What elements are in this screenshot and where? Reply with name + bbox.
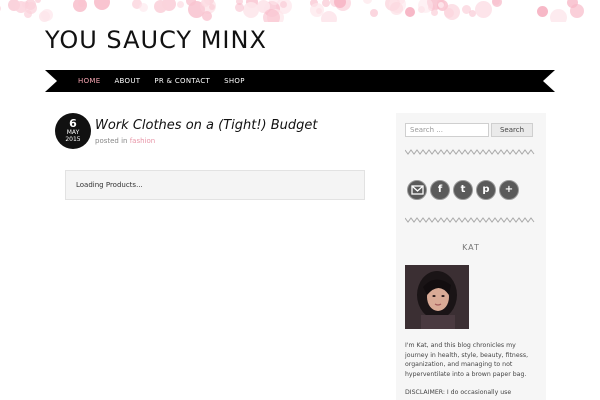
author-photo: [405, 265, 469, 329]
post-date-year: 2015: [65, 136, 81, 143]
disclaimer: DISCLAIMER: I do occasionally use: [405, 389, 512, 396]
pinterest-icon[interactable]: p: [476, 180, 496, 200]
polka-dot: [154, 0, 167, 13]
polka-dot: [177, 1, 184, 8]
polka-dot: [35, 0, 41, 3]
post-title[interactable]: Work Clothes on a (Tight!) Budget: [95, 118, 318, 133]
zigzag-divider-2: [405, 217, 535, 223]
nav-item-home[interactable]: HOME: [71, 77, 107, 85]
post-date-month: MAY: [66, 129, 80, 136]
nav-item-about[interactable]: ABOUT: [107, 77, 147, 85]
polka-dot: [25, 2, 37, 14]
polka-dot: [405, 7, 415, 17]
category-link[interactable]: fashion: [130, 137, 156, 145]
polka-dot: [537, 6, 548, 17]
polka-dot: [444, 4, 460, 20]
post-meta: posted in fashion: [95, 137, 155, 145]
polka-dot: [280, 1, 287, 8]
polka-dot: [139, 3, 148, 12]
nav-item-shop[interactable]: SHOP: [217, 77, 252, 85]
polka-dot: [39, 11, 50, 22]
polka-dot: [390, 2, 403, 15]
zigzag-divider: [405, 149, 535, 155]
social-icons: f t p +: [407, 180, 519, 200]
post-date-day: 6: [69, 117, 77, 130]
main-nav: HOME ABOUT PR & CONTACT SHOP: [45, 70, 555, 92]
polka-dot: [310, 3, 324, 17]
nav-items: HOME ABOUT PR & CONTACT SHOP: [71, 70, 252, 92]
site-title[interactable]: YOU SAUCY MINX: [45, 26, 267, 54]
author-heading: KAT: [462, 243, 480, 252]
polka-dot: [202, 11, 212, 21]
facebook-icon[interactable]: f: [430, 180, 450, 200]
polka-dot: [550, 9, 567, 22]
polka-dot: [370, 9, 378, 17]
polka-dot: [492, 0, 502, 7]
polka-dot: [438, 2, 444, 8]
polka-dot: [0, 5, 1, 12]
author-bio: I'm Kat, and this blog chronicles my jou…: [405, 342, 529, 378]
post-date-badge: 6 MAY 2015: [55, 113, 91, 149]
polka-dot: [243, 2, 259, 18]
polka-dot: [94, 0, 110, 10]
twitter-icon[interactable]: t: [453, 180, 473, 200]
plus-icon[interactable]: +: [499, 180, 519, 200]
email-icon[interactable]: [407, 180, 427, 200]
polka-dot: [263, 9, 280, 22]
polka-dot: [570, 4, 584, 18]
product-widget: Loading Products...: [65, 170, 365, 200]
search-button[interactable]: Search: [491, 123, 533, 137]
sidebar: Search ... Search f t p + KAT I'm Kat, a…: [396, 113, 546, 400]
polka-dot: [363, 0, 372, 4]
posted-in-label: posted in: [95, 137, 130, 145]
polka-dot: [475, 1, 492, 18]
polka-dot: [78, 0, 85, 7]
loading-text: Loading Products...: [76, 181, 143, 189]
search-input[interactable]: Search ...: [405, 123, 489, 137]
nav-item-pr-contact[interactable]: PR & CONTACT: [147, 77, 217, 85]
polka-dot-banner: [0, 0, 600, 22]
